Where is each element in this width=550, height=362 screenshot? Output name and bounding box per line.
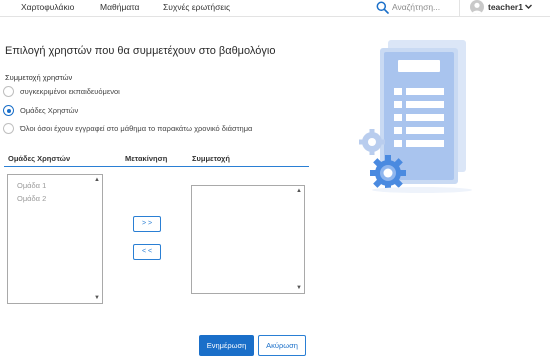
nav-divider [459,0,460,16]
column-header-participation: Συμμετοχή [192,154,230,163]
groups-listbox[interactable]: Ομάδα 1 Ομάδα 2 ▲ ▼ [7,174,103,304]
cancel-button[interactable]: Ακύρωση [258,335,306,356]
top-navbar: Χαρτοφυλάκιο Μαθήματα Συχνές ερωτήσεις Α… [0,0,550,17]
participation-listbox[interactable]: ▲ ▼ [191,185,305,294]
header-divider [4,166,309,167]
radio-label: Όλοι όσοι έχουν εγγραφεί στο μάθημα το π… [20,124,253,133]
scroll-up-arrow-icon[interactable]: ▲ [295,187,303,195]
radio-circle-selected[interactable] [3,105,14,116]
radio-label: Ομάδες Χρηστών [20,106,79,115]
scroll-up-arrow-icon[interactable]: ▲ [93,176,101,184]
column-header-groups: Ομάδες Χρηστών [8,154,71,163]
scroll-down-arrow-icon[interactable]: ▼ [295,284,303,292]
nav-link-courses[interactable]: Μαθήματα [100,2,139,12]
move-left-button[interactable]: < < [133,244,161,260]
move-right-button[interactable]: > > [133,216,161,232]
nav-link-portfolio[interactable]: Χαρτοφυλάκιο [21,2,74,12]
gradebook-illustration [359,40,472,193]
radio-circle[interactable] [3,86,14,97]
search-input[interactable]: Αναζήτηση... [392,2,440,12]
list-item[interactable]: Ομάδα 1 [17,181,46,190]
chevron-down-icon[interactable] [524,2,533,11]
update-button[interactable]: Ενημέρωση [199,335,254,356]
radio-circle[interactable] [3,123,14,134]
search-box[interactable]: Αναζήτηση... [376,1,448,15]
nav-link-faq[interactable]: Συχνές ερωτήσεις [163,2,230,12]
scroll-down-arrow-icon[interactable]: ▼ [93,294,101,302]
page-title: Επιλογή χρηστών που θα συμμετέχουν στο β… [5,45,276,57]
search-icon [376,1,389,14]
scrollbar[interactable]: ▲ ▼ [294,186,304,293]
user-name: teacher1 [488,2,523,12]
radio-label: συγκεκριμένοι εκπαιδευόμενοι [20,87,120,96]
list-item[interactable]: Ομάδα 2 [17,194,46,203]
participation-label: Συμμετοχή χρηστών [5,73,73,82]
scrollbar[interactable]: ▲ ▼ [92,175,102,303]
column-header-move: Μετακίνηση [125,154,168,163]
avatar [470,0,484,14]
